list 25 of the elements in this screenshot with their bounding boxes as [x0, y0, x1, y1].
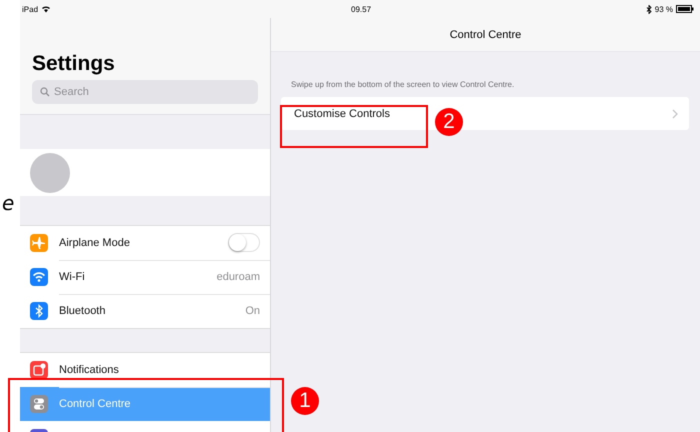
- battery-icon: [676, 5, 694, 13]
- battery-percent: 93 %: [654, 4, 673, 14]
- settings-title: Settings: [32, 52, 116, 76]
- page-title: Control Centre: [450, 28, 522, 40]
- toggle-switch[interactable]: [228, 233, 260, 252]
- settings-item[interactable]: Bluetooth On: [20, 294, 270, 328]
- item-label: Bluetooth: [59, 305, 106, 317]
- item-label: Airplane Mode: [59, 236, 130, 248]
- wifi-icon: [41, 5, 52, 13]
- item-label: Wi-Fi: [59, 270, 85, 282]
- slide-letter: e: [2, 192, 16, 214]
- avatar-placeholder: [30, 152, 70, 192]
- chevron-icon: [672, 108, 678, 118]
- hint-text: Swipe up from the bottom of the screen to view Control Centre.: [290, 79, 516, 91]
- settings-item[interactable]: Airplane Mode: [20, 226, 270, 260]
- item-value: eduroam: [216, 270, 260, 282]
- device-name: iPad: [22, 4, 38, 14]
- item-label: Notifications: [59, 364, 119, 376]
- item-label: Control Centre: [59, 398, 131, 410]
- settings-item[interactable]: Wi-Fi eduroam: [20, 260, 270, 294]
- clock-time: 09.57: [351, 4, 372, 14]
- row-label: Customise Controls: [294, 108, 390, 120]
- bluetooth-icon: [646, 4, 652, 14]
- item-value: On: [245, 305, 260, 317]
- search-field[interactable]: Search: [32, 80, 258, 104]
